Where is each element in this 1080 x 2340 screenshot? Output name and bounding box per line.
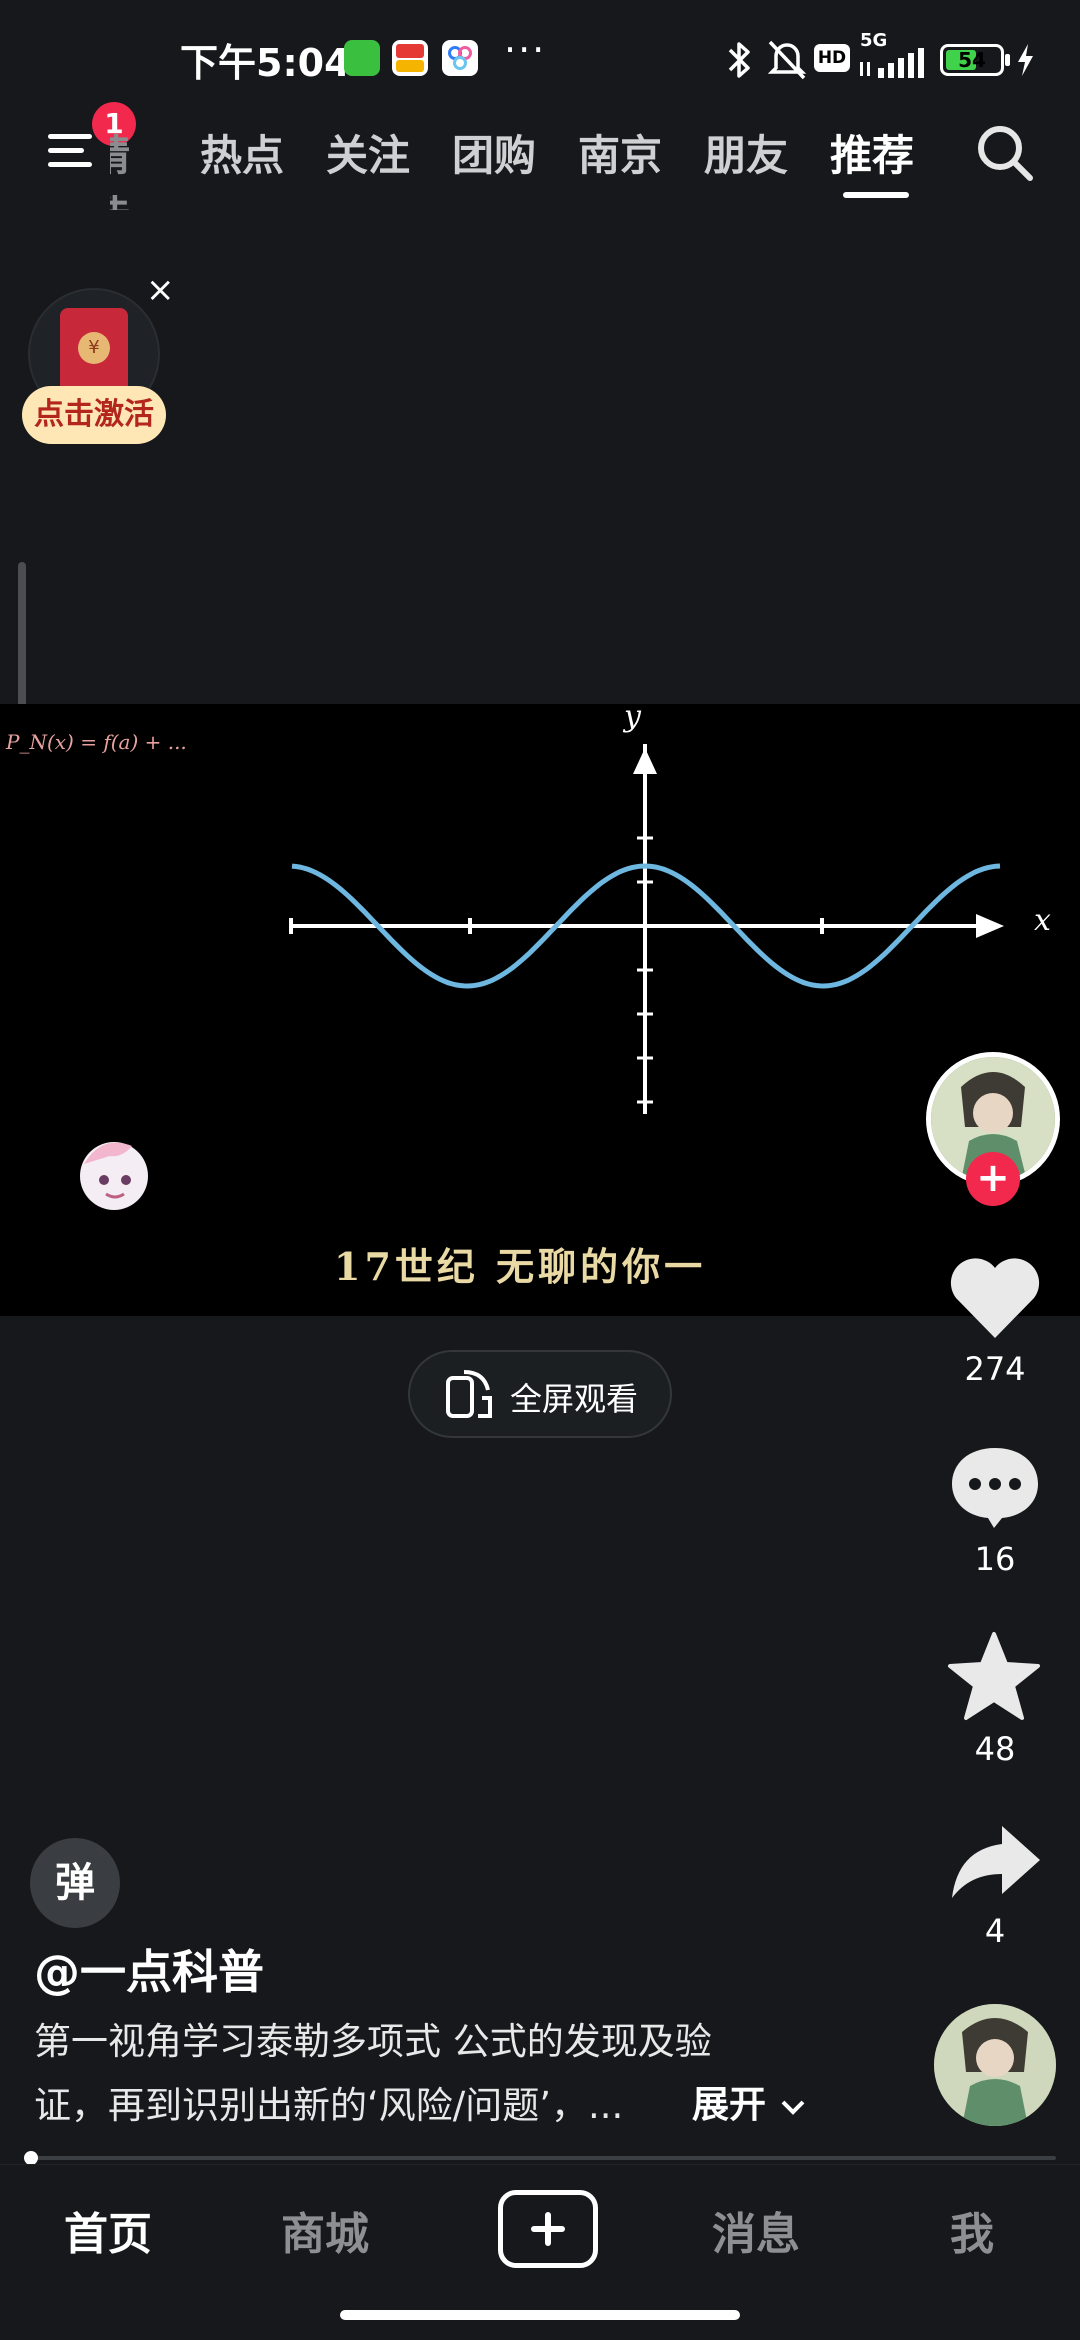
music-disc[interactable] bbox=[934, 2004, 1056, 2126]
follow-button[interactable]: + bbox=[966, 1152, 1020, 1206]
cosine-graph: x y bbox=[289, 704, 1051, 1114]
menu-button[interactable] bbox=[40, 120, 100, 180]
menu-icon bbox=[48, 148, 84, 153]
favorite-count: 48 bbox=[974, 1730, 1016, 1768]
mascot-sticker bbox=[80, 1142, 148, 1210]
battery-tip bbox=[1005, 54, 1010, 66]
x-axis-label: x bbox=[1034, 903, 1051, 938]
like-count: 274 bbox=[964, 1350, 1026, 1388]
hd-badge: HD bbox=[814, 44, 850, 72]
comment-count: 16 bbox=[974, 1540, 1016, 1578]
playback-progress-bar[interactable] bbox=[24, 2156, 1056, 2160]
like-heart-icon[interactable] bbox=[948, 1254, 1042, 1340]
charging-icon bbox=[1018, 44, 1033, 76]
bottom-tab-me[interactable]: 我 bbox=[892, 2198, 1052, 2262]
signal-icon bbox=[860, 48, 924, 78]
danmu-toggle-button[interactable]: 弹 bbox=[30, 1838, 120, 1928]
fullscreen-label: 全屏观看 bbox=[510, 1380, 639, 1418]
red-packet-seal: ¥ bbox=[78, 332, 110, 364]
tab-jingxuan[interactable]: 精选 bbox=[110, 122, 168, 210]
plus-icon bbox=[545, 2212, 551, 2246]
music-disc-image bbox=[934, 2004, 1056, 2126]
share-arrow-icon[interactable] bbox=[948, 1822, 1042, 1902]
favorite-star-icon[interactable] bbox=[946, 1630, 1042, 1722]
red-packet-close-button[interactable]: × bbox=[146, 270, 175, 310]
menu-icon bbox=[48, 162, 92, 167]
chevron-down-icon bbox=[781, 2100, 805, 2115]
battery-level: 54 bbox=[958, 48, 986, 72]
rotate-screen-icon bbox=[446, 1370, 492, 1418]
home-indicator bbox=[340, 2310, 740, 2320]
tab-jingxuan-clip: 精选 bbox=[110, 110, 168, 210]
search-icon[interactable] bbox=[972, 120, 1038, 186]
expand-label: 展开 bbox=[692, 2083, 766, 2126]
y-axis-label: y bbox=[622, 704, 642, 734]
red-packet-activate-button[interactable]: 点击激活 bbox=[22, 386, 166, 444]
y-axis-arrow bbox=[633, 748, 657, 774]
tab-recommend[interactable]: 推荐 bbox=[830, 122, 914, 183]
video-subtitle: 17世纪 无聊的你一 bbox=[334, 1244, 707, 1289]
tab-friends[interactable]: 朋友 bbox=[704, 122, 788, 183]
tab-nanjing[interactable]: 南京 bbox=[578, 122, 662, 183]
notification-app-icon bbox=[442, 40, 478, 76]
tab-hot[interactable]: 热点 bbox=[200, 122, 284, 183]
bottom-tab-mall[interactable]: 商城 bbox=[245, 2198, 405, 2262]
bottom-tab-home[interactable]: 首页 bbox=[28, 2198, 188, 2262]
notification-app-icon bbox=[344, 40, 380, 76]
share-count: 4 bbox=[984, 1912, 1006, 1950]
playback-progress-handle[interactable] bbox=[24, 2151, 38, 2165]
bluetooth-icon bbox=[728, 42, 750, 78]
comment-icon[interactable] bbox=[948, 1444, 1042, 1528]
battery-icon: 54 bbox=[940, 44, 1004, 76]
author-name[interactable]: @一点科普 bbox=[34, 1936, 264, 2002]
menu-icon bbox=[48, 134, 92, 139]
tab-following[interactable]: 关注 bbox=[326, 122, 410, 183]
expand-description-button[interactable]: 展开 bbox=[692, 2074, 807, 2128]
description-line-1: 第一视角学习泰勒多项式 公式的发现及验 bbox=[34, 2020, 712, 2063]
tab-active-underline bbox=[843, 192, 909, 198]
fullscreen-button[interactable]: 全屏观看 bbox=[408, 1350, 672, 1438]
tab-group-buy[interactable]: 团购 bbox=[452, 122, 536, 183]
mute-bell-icon bbox=[767, 40, 807, 80]
status-time: 下午5:04 bbox=[180, 41, 351, 85]
bottom-tab-messages[interactable]: 消息 bbox=[676, 2198, 836, 2262]
create-post-button[interactable] bbox=[498, 2190, 598, 2268]
notification-app-icon bbox=[392, 40, 428, 76]
status-more-icon: ··· bbox=[504, 28, 547, 72]
x-axis-arrow bbox=[976, 914, 1004, 938]
scroll-indicator bbox=[18, 562, 26, 722]
